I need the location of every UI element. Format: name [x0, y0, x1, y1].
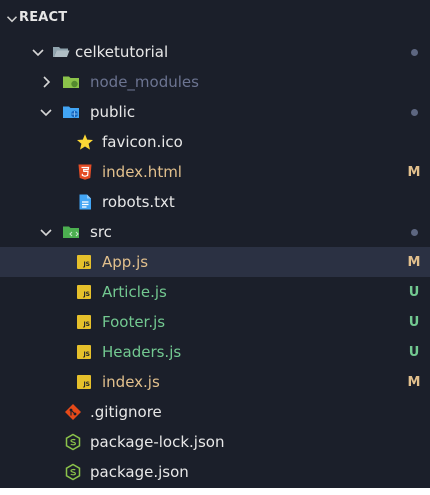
tree-file-index-html[interactable]: index.html M — [0, 157, 430, 187]
git-icon — [65, 404, 81, 420]
tree-item-label: celketutorial — [75, 43, 169, 61]
tree-file-article-js[interactable]: JS Article.js U — [0, 277, 430, 307]
tree-file-robots[interactable]: robots.txt — [0, 187, 430, 217]
changes-dot — [411, 109, 418, 116]
tree-file-index-js[interactable]: JS index.js M — [0, 367, 430, 397]
tree-item-label: App.js — [102, 253, 149, 271]
tree-folder-src[interactable]: src — [0, 217, 430, 247]
node-modules-folder-icon — [63, 76, 79, 88]
chevron-down-icon — [32, 49, 44, 57]
tree-item-label: src — [90, 223, 112, 241]
tree-item-label: index.html — [102, 163, 182, 181]
tree-item-label: robots.txt — [102, 193, 175, 211]
html-icon — [78, 164, 92, 180]
git-status-badge: M — [407, 165, 421, 180]
javascript-icon: JS — [77, 375, 91, 389]
javascript-icon: JS — [77, 315, 91, 329]
public-folder-icon — [63, 106, 79, 118]
tree-item-label: package.json — [90, 463, 189, 481]
explorer-section-title: REACT — [19, 10, 68, 25]
tree-item-label: node_modules — [90, 73, 199, 91]
tree-item-label: index.js — [102, 373, 160, 391]
changes-dot — [411, 229, 418, 236]
javascript-icon: JS — [77, 285, 91, 299]
star-icon — [77, 134, 93, 150]
git-status-badge: U — [408, 285, 420, 300]
tree-file-gitignore[interactable]: .gitignore — [0, 397, 430, 427]
tree-file-favicon[interactable]: favicon.ico — [0, 127, 430, 157]
tree-folder-node-modules[interactable]: node_modules — [0, 67, 430, 97]
git-status-badge: M — [407, 255, 421, 270]
explorer-section-header[interactable]: REACT — [0, 8, 430, 30]
tree-item-label: package-lock.json — [90, 433, 225, 451]
changes-dot — [411, 49, 418, 56]
tree-folder-public[interactable]: public — [0, 97, 430, 127]
git-status-badge: U — [408, 315, 420, 330]
nodejs-icon — [65, 463, 81, 481]
tree-file-package-lock-json[interactable]: package-lock.json — [0, 427, 430, 457]
tree-item-label: Footer.js — [102, 313, 166, 331]
explorer-panel: REACT celketutorial node_modules public … — [0, 0, 430, 488]
git-status-badge: M — [407, 375, 421, 390]
folder-open-icon — [53, 47, 70, 57]
tree-item-label: .gitignore — [90, 403, 162, 421]
tree-file-footer-js[interactable]: JS Footer.js U — [0, 307, 430, 337]
tree-item-label: favicon.ico — [102, 133, 183, 151]
tree-folder-celketutorial[interactable]: celketutorial — [0, 37, 430, 67]
javascript-icon: JS — [77, 255, 91, 269]
tree-file-package-json[interactable]: package.json — [0, 457, 430, 487]
tree-file-app-js[interactable]: JS App.js M — [0, 247, 430, 277]
tree-item-label: Article.js — [102, 283, 167, 301]
chevron-down-icon — [40, 229, 52, 237]
src-folder-icon — [63, 226, 79, 238]
chevron-right-icon — [43, 76, 51, 88]
tree-item-label: public — [90, 103, 136, 121]
git-status-badge: U — [408, 345, 420, 360]
tree-item-label: Headers.js — [102, 343, 182, 361]
nodejs-icon — [65, 433, 81, 451]
chevron-down-icon — [40, 109, 52, 117]
javascript-icon: JS — [77, 345, 91, 359]
file-explorer: REACT celketutorial node_modules public … — [0, 0, 430, 495]
text-file-icon — [79, 194, 91, 210]
tree-file-headers-js[interactable]: JS Headers.js U — [0, 337, 430, 367]
